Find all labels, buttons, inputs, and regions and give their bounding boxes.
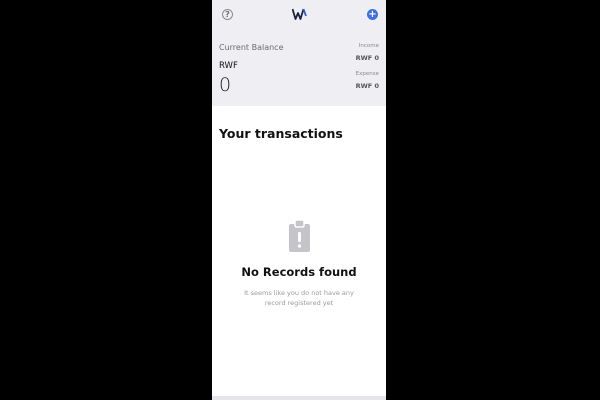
empty-state-description: It seems like you do not have any record…	[244, 289, 354, 307]
top-bar: ? +	[212, 0, 386, 30]
expense-value: RWF 0	[355, 82, 379, 90]
help-icon[interactable]: ?	[222, 9, 233, 20]
screen-frame: ? + Current Balance RWF 0 Income RWF 0 E…	[0, 0, 600, 400]
income-label: Income	[358, 43, 379, 49]
transactions-title: Your transactions	[219, 126, 343, 141]
bottom-edge	[212, 396, 386, 400]
empty-state-title: No Records found	[241, 265, 357, 279]
balance-currency: RWF	[219, 61, 238, 71]
w-logo-icon[interactable]	[292, 8, 308, 20]
income-value: RWF 0	[355, 54, 379, 62]
add-icon[interactable]: +	[367, 9, 378, 20]
balance-header: ? + Current Balance RWF 0 Income RWF 0 E…	[212, 0, 386, 106]
balance-amount: 0	[219, 74, 232, 96]
current-balance-label: Current Balance	[219, 43, 284, 52]
clipboard-alert-icon	[289, 220, 310, 252]
expense-label: Expense	[355, 71, 379, 77]
app-screen: ? + Current Balance RWF 0 Income RWF 0 E…	[212, 0, 386, 400]
